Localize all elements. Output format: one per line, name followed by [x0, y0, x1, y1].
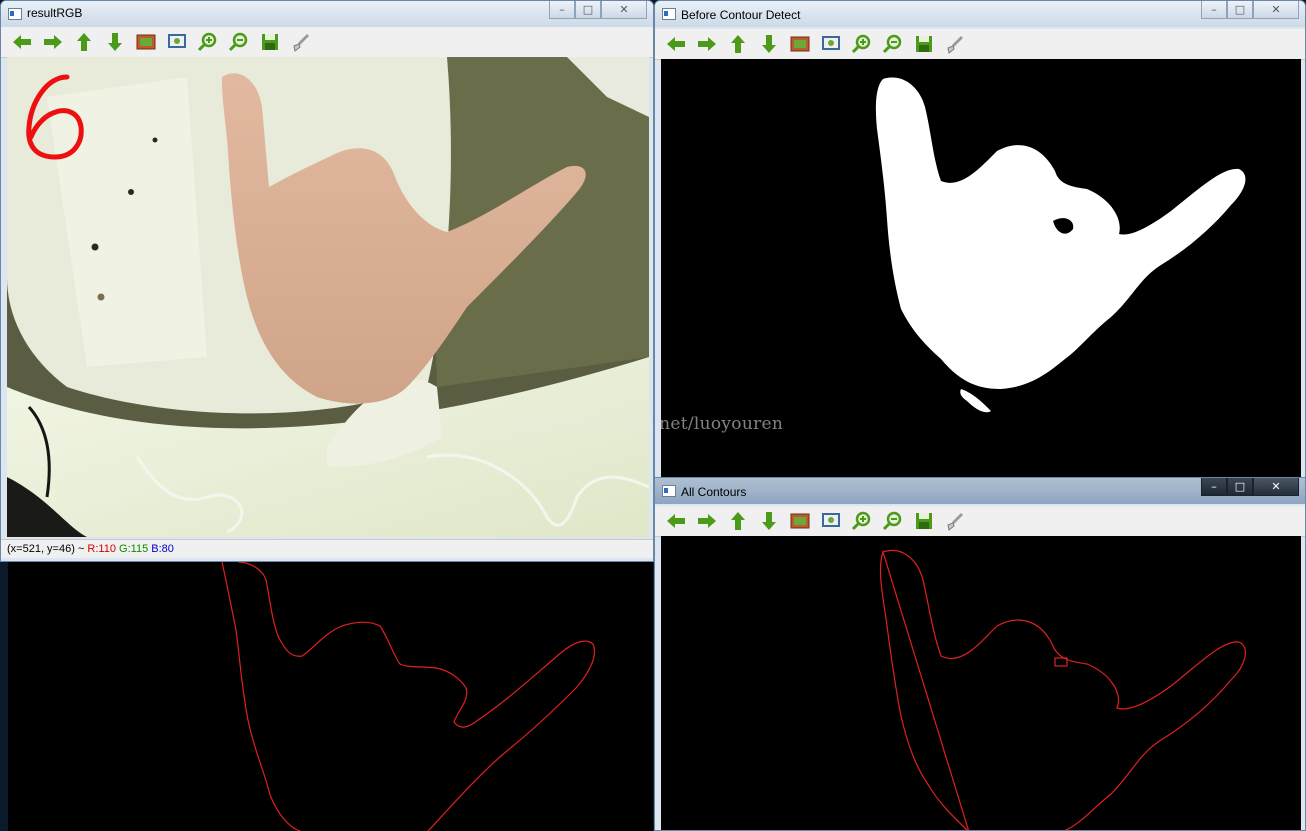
arrow-right-icon[interactable]	[696, 510, 718, 532]
close-button[interactable]: ✕	[1253, 1, 1299, 19]
toolbar-before-contour	[655, 29, 1305, 60]
zoom-fit-icon[interactable]	[166, 31, 188, 53]
image-icon[interactable]	[789, 33, 811, 55]
arrow-left-icon[interactable]	[11, 31, 33, 53]
background-contour-svg	[221, 561, 596, 831]
camera-image-view	[7, 57, 649, 537]
save-icon[interactable]	[913, 510, 935, 532]
contours-view	[661, 536, 1301, 830]
zoom-fit-icon[interactable]	[820, 510, 842, 532]
window-app-icon	[8, 8, 22, 20]
hand-contour-outline	[221, 561, 596, 831]
window-title: resultRGB	[27, 6, 83, 20]
zoom-out-icon[interactable]	[882, 33, 904, 55]
zoom-in-icon[interactable]	[851, 33, 873, 55]
image-icon[interactable]	[135, 31, 157, 53]
contours-image	[879, 549, 1247, 830]
arrow-down-icon[interactable]	[758, 33, 780, 55]
zoom-in-icon[interactable]	[851, 510, 873, 532]
save-icon[interactable]	[259, 31, 281, 53]
arrow-right-icon[interactable]	[42, 31, 64, 53]
zoom-out-icon[interactable]	[228, 31, 250, 53]
background-contour-view	[8, 560, 653, 831]
window-result-rgb[interactable]: resultRGB – □ ✕ (x=521, y=46) ~ R:110 G:…	[0, 0, 654, 562]
status-bar: (x=521, y=46) ~ R:110 G:115 B:80	[1, 539, 653, 558]
zoom-fit-icon[interactable]	[820, 33, 842, 55]
toolbar-result-rgb	[1, 27, 653, 58]
window-title: Before Contour Detect	[681, 8, 801, 22]
arrow-up-icon[interactable]	[727, 510, 749, 532]
properties-icon[interactable]	[944, 33, 966, 55]
maximize-button[interactable]: □	[1227, 478, 1253, 496]
properties-icon[interactable]	[290, 31, 312, 53]
hand-mask-blob	[875, 77, 1246, 389]
window-app-icon	[662, 485, 676, 497]
window-title: All Contours	[681, 485, 747, 499]
window-all-contours[interactable]: All Contours – □ ✕	[654, 477, 1306, 831]
titlebar-result-rgb[interactable]: resultRGB – □ ✕	[1, 1, 653, 27]
titlebar-all-contours[interactable]: All Contours – □ ✕	[655, 478, 1305, 504]
close-button[interactable]: ✕	[601, 1, 647, 19]
status-red: R:110	[87, 543, 116, 555]
save-icon[interactable]	[913, 33, 935, 55]
zoom-out-icon[interactable]	[882, 510, 904, 532]
zoom-in-icon[interactable]	[197, 31, 219, 53]
titlebar-before-contour[interactable]: Before Contour Detect – □ ✕	[655, 1, 1305, 27]
camera-image	[7, 57, 649, 537]
hand-contour-outline	[879, 549, 1247, 830]
arrow-down-icon[interactable]	[104, 31, 126, 53]
properties-icon[interactable]	[944, 510, 966, 532]
maximize-button[interactable]: □	[575, 1, 601, 19]
window-app-icon	[662, 8, 676, 20]
arrow-left-icon[interactable]	[665, 510, 687, 532]
minimize-button[interactable]: –	[549, 1, 575, 19]
status-coords: (x=521, y=46) ~	[7, 543, 88, 555]
minimize-button[interactable]: –	[1201, 1, 1227, 19]
maximize-button[interactable]: □	[1227, 1, 1253, 19]
watermark-text: http://blog.csdn.net/luoyouren	[513, 414, 784, 434]
arrow-up-icon[interactable]	[727, 33, 749, 55]
toolbar-all-contours	[655, 506, 1305, 537]
minimize-button[interactable]: –	[1201, 478, 1227, 496]
arrow-right-icon[interactable]	[696, 33, 718, 55]
window-before-contour-detect[interactable]: Before Contour Detect – □ ✕	[654, 0, 1306, 480]
arrow-down-icon[interactable]	[758, 510, 780, 532]
status-blue: B:80	[151, 543, 174, 555]
arrow-up-icon[interactable]	[73, 31, 95, 53]
status-green: G:115	[119, 543, 149, 555]
close-button[interactable]: ✕	[1253, 478, 1299, 496]
image-icon[interactable]	[789, 510, 811, 532]
arrow-left-icon[interactable]	[665, 33, 687, 55]
